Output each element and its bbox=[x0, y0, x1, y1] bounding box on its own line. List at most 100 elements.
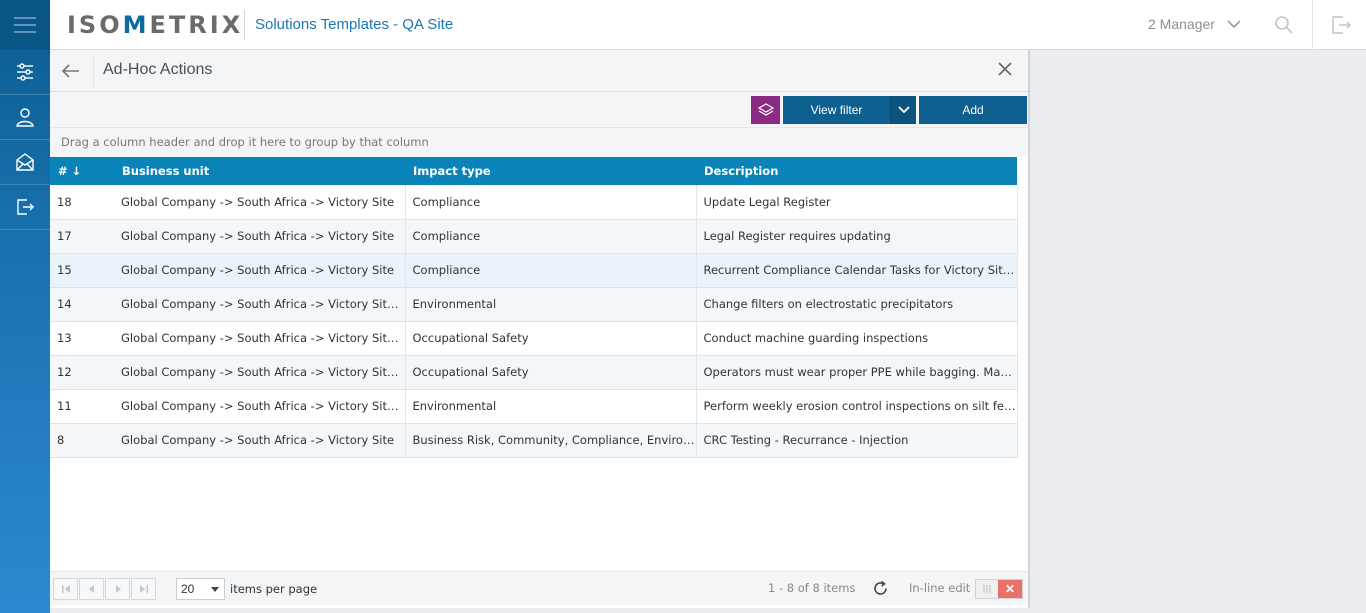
cell-id: 13 bbox=[50, 321, 114, 356]
sidebar-item-messages[interactable] bbox=[0, 140, 50, 185]
cell-impact-type: Compliance bbox=[405, 185, 697, 220]
cell-description: Conduct machine guarding inspections bbox=[696, 321, 1018, 356]
site-title: Solutions Templates - QA Site bbox=[255, 16, 454, 33]
table-row[interactable]: 13 Global Company -> South Africa -> Vic… bbox=[50, 321, 1018, 356]
column-header-business-unit[interactable]: Business unit bbox=[114, 157, 405, 185]
last-page-button[interactable] bbox=[131, 578, 156, 600]
arrow-left-icon bbox=[61, 64, 79, 78]
hamburger-icon bbox=[14, 17, 36, 33]
user-menu[interactable]: 2 Manager bbox=[1148, 16, 1241, 32]
grid-pager: 20 items per page 1 - 8 of 8 items In-li… bbox=[50, 571, 1028, 605]
user-name: 2 Manager bbox=[1148, 16, 1215, 32]
search-button[interactable] bbox=[1274, 15, 1294, 40]
column-header-id[interactable]: # ↓ bbox=[50, 157, 114, 185]
items-per-page-label: items per page bbox=[230, 582, 318, 596]
layers-button[interactable] bbox=[751, 96, 780, 124]
bottom-strip bbox=[50, 608, 1032, 613]
grip-icon bbox=[983, 585, 991, 593]
previous-page-button[interactable] bbox=[79, 578, 104, 600]
cell-impact-type: Occupational Safety bbox=[405, 355, 697, 390]
refresh-button[interactable] bbox=[872, 580, 889, 602]
cell-business-unit: Global Company -> South Africa -> Victor… bbox=[114, 253, 406, 288]
cell-description: Change filters on electrostatic precipit… bbox=[696, 287, 1018, 322]
caret-down-icon bbox=[211, 587, 219, 592]
view-filter-button[interactable]: View filter bbox=[783, 96, 890, 124]
ad-hoc-actions-panel: Ad-Hoc Actions View filter Add Drag a co… bbox=[50, 50, 1030, 608]
cell-impact-type: Environmental bbox=[405, 287, 697, 322]
cell-description: Legal Register requires updating bbox=[696, 219, 1018, 254]
mail-icon bbox=[16, 153, 34, 171]
table-row[interactable]: 8 Global Company -> South Africa -> Vict… bbox=[50, 423, 1018, 458]
header-logout-button[interactable] bbox=[1330, 14, 1352, 41]
cell-id: 8 bbox=[50, 423, 114, 458]
cell-description: Perform weekly erosion control inspectio… bbox=[696, 389, 1018, 424]
cell-description: Update Legal Register bbox=[696, 185, 1018, 220]
logout-icon bbox=[17, 199, 34, 215]
cell-business-unit: Global Company -> South Africa -> Victor… bbox=[114, 287, 406, 322]
column-header-description[interactable]: Description bbox=[696, 157, 1017, 185]
table-row[interactable]: 11 Global Company -> South Africa -> Vic… bbox=[50, 389, 1018, 424]
chevron-left-icon bbox=[88, 585, 94, 593]
cell-id: 17 bbox=[50, 219, 114, 254]
view-filter-dropdown-button[interactable] bbox=[890, 96, 916, 124]
cell-impact-type: Business Risk, Community, Compliance, En… bbox=[405, 423, 697, 458]
toggle-handle bbox=[976, 580, 998, 598]
chevron-down-icon bbox=[897, 106, 910, 114]
sliders-icon bbox=[17, 63, 33, 81]
refresh-icon bbox=[874, 580, 887, 595]
table-row[interactable]: 17 Global Company -> South Africa -> Vic… bbox=[50, 219, 1018, 254]
table-row[interactable]: 18 Global Company -> South Africa -> Vic… bbox=[50, 185, 1018, 220]
logo-divider bbox=[244, 10, 245, 40]
sidebar-item-profile[interactable] bbox=[0, 95, 50, 140]
inline-edit-label: In-line edit bbox=[909, 581, 971, 595]
cell-business-unit: Global Company -> South Africa -> Victor… bbox=[114, 219, 406, 254]
inline-edit-toggle[interactable]: ✕ bbox=[975, 579, 1023, 599]
cell-id: 14 bbox=[50, 287, 114, 322]
toggle-off-icon: ✕ bbox=[998, 580, 1022, 598]
sidebar-item-settings[interactable] bbox=[0, 50, 50, 95]
panel-toolbar: View filter Add bbox=[50, 92, 1028, 128]
left-sidebar bbox=[0, 0, 50, 613]
group-by-drop-area[interactable]: Drag a column header and drop it here to… bbox=[50, 128, 1028, 157]
panel-header: Ad-Hoc Actions bbox=[50, 50, 1028, 92]
panel-title: Ad-Hoc Actions bbox=[103, 61, 213, 78]
cell-business-unit: Global Company -> South Africa -> Victor… bbox=[114, 355, 406, 390]
last-page-icon bbox=[139, 585, 148, 593]
cell-impact-type: Compliance bbox=[405, 219, 697, 254]
cell-business-unit: Global Company -> South Africa -> Victor… bbox=[114, 389, 406, 424]
table-row[interactable]: 12 Global Company -> South Africa -> Vic… bbox=[50, 355, 1018, 390]
cell-description: CRC Testing - Recurrance - Injection bbox=[696, 423, 1018, 458]
layers-icon bbox=[757, 103, 774, 116]
close-button[interactable] bbox=[996, 60, 1014, 83]
first-page-button[interactable] bbox=[53, 578, 78, 600]
cell-impact-type: Compliance bbox=[405, 253, 697, 288]
cell-business-unit: Global Company -> South Africa -> Victor… bbox=[114, 423, 406, 458]
cell-description: Recurrent Compliance Calendar Tasks for … bbox=[696, 253, 1018, 288]
add-button[interactable]: Add bbox=[919, 96, 1027, 124]
column-header-impact-type[interactable]: Impact type bbox=[405, 157, 696, 185]
page-size-value: 20 bbox=[181, 582, 195, 596]
top-header: ISOMETRIX Solutions Templates - QA Site … bbox=[50, 0, 1366, 50]
page-size-select[interactable]: 20 bbox=[176, 578, 225, 600]
cell-business-unit: Global Company -> South Africa -> Victor… bbox=[114, 321, 406, 356]
cell-id: 12 bbox=[50, 355, 114, 390]
first-page-icon bbox=[61, 585, 70, 593]
next-page-button[interactable] bbox=[105, 578, 130, 600]
pager-info: 1 - 8 of 8 items bbox=[768, 581, 856, 595]
cell-description: Operators must wear proper PPE while bag… bbox=[696, 355, 1018, 390]
search-icon bbox=[1275, 16, 1293, 34]
table-row[interactable]: 15 Global Company -> South Africa -> Vic… bbox=[50, 253, 1018, 288]
table-row[interactable]: 14 Global Company -> South Africa -> Vic… bbox=[50, 287, 1018, 322]
chevron-right-icon bbox=[115, 585, 121, 593]
logout-icon bbox=[1332, 16, 1352, 34]
cell-id: 18 bbox=[50, 185, 114, 220]
right-empty-area bbox=[1032, 50, 1366, 613]
grid-header-row: # ↓ Business unit Impact type Descriptio… bbox=[50, 157, 1017, 185]
cell-id: 11 bbox=[50, 389, 114, 424]
hamburger-menu-button[interactable] bbox=[0, 0, 50, 50]
sidebar-item-logout[interactable] bbox=[0, 185, 50, 230]
app-logo[interactable]: ISOMETRIX bbox=[67, 10, 243, 40]
cell-id: 15 bbox=[50, 253, 114, 288]
back-button[interactable] bbox=[60, 60, 82, 82]
actions-grid: # ↓ Business unit Impact type Descriptio… bbox=[50, 157, 1018, 458]
